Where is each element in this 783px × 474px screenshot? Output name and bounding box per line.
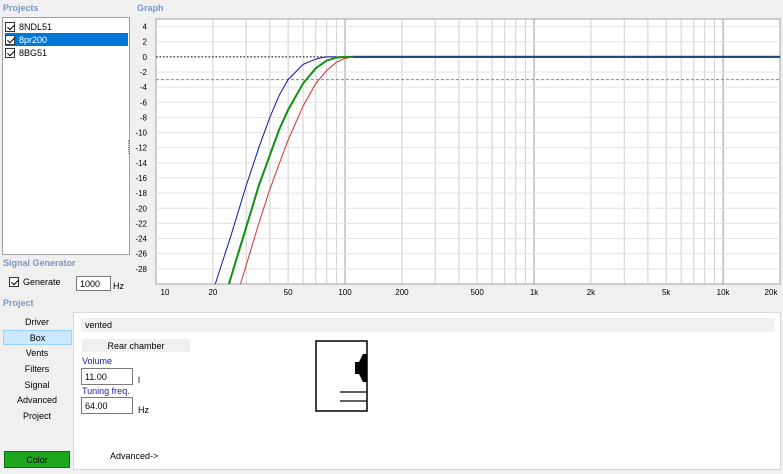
box-type-selector[interactable]: vented xyxy=(81,318,775,332)
y-tick-label: -12 xyxy=(135,144,147,153)
volume-unit: l xyxy=(138,375,140,385)
x-tick-label: 50 xyxy=(284,288,293,297)
nav-filters[interactable]: Filters xyxy=(0,361,74,377)
y-tick-label: -10 xyxy=(135,129,147,138)
tuning-freq-label: Tuning freq. xyxy=(82,386,130,396)
tuning-freq-unit: Hz xyxy=(138,405,149,415)
x-tick-label: 1k xyxy=(530,288,539,297)
x-tick-label: 2k xyxy=(587,288,596,297)
x-tick-label: 500 xyxy=(470,288,484,297)
project-name: 8pr200 xyxy=(19,34,48,45)
x-tick-label: 10k xyxy=(717,288,731,297)
box-diagram xyxy=(315,340,368,412)
nav-signal[interactable]: Signal xyxy=(0,377,74,393)
color-button[interactable]: Color xyxy=(4,451,70,468)
rear-chamber-header: Rear chamber xyxy=(82,339,190,352)
y-tick-label: -8 xyxy=(140,113,148,122)
nav-driver[interactable]: Driver xyxy=(0,314,74,330)
generate-checkbox[interactable] xyxy=(9,277,19,287)
nav-project[interactable]: Project xyxy=(0,408,74,424)
y-tick-label: -24 xyxy=(135,235,147,244)
volume-label: Volume xyxy=(82,356,113,366)
frequency-unit: Hz xyxy=(113,281,124,291)
nav-box[interactable]: Box xyxy=(3,329,72,346)
y-tick-label: 4 xyxy=(143,23,148,32)
project-checkbox[interactable] xyxy=(5,34,15,45)
y-tick-label: 2 xyxy=(143,38,148,47)
response-graph: 420-2-4-6-8-10-12-14-16-18-20-22-24-26-2… xyxy=(135,18,781,297)
project-nav: Driver Box Vents Filters Signal Advanced… xyxy=(0,314,74,424)
y-tick-label: -16 xyxy=(135,174,147,183)
graph-header: Graph xyxy=(137,3,164,13)
y-tick-label: -14 xyxy=(135,159,147,168)
volume-input[interactable] xyxy=(81,368,133,385)
nav-advanced[interactable]: Advanced xyxy=(0,392,74,408)
signal-generator-header: Signal Generator xyxy=(3,258,76,268)
frequency-input[interactable] xyxy=(76,276,111,291)
projects-list[interactable]: 8NDL51 8pr200 8BG51 xyxy=(2,17,130,255)
y-tick-label: -6 xyxy=(140,98,148,107)
x-tick-label: 5k xyxy=(662,288,671,297)
nav-vents[interactable]: Vents xyxy=(0,345,74,361)
project-name: 8NDL51 xyxy=(19,21,53,32)
y-tick-label: 0 xyxy=(143,53,148,62)
projects-header: Projects xyxy=(3,3,39,13)
project-item[interactable]: 8BG51 xyxy=(3,46,129,59)
project-header: Project xyxy=(3,298,34,308)
x-tick-label: 20k xyxy=(765,288,779,297)
plot-area xyxy=(155,18,781,285)
y-tick-label: -2 xyxy=(140,68,148,77)
x-tick-label: 10 xyxy=(161,288,170,297)
generate-toggle[interactable]: Generate xyxy=(9,277,61,287)
project-checkbox[interactable] xyxy=(5,21,15,32)
x-tick-label: 20 xyxy=(208,288,217,297)
y-tick-label: -18 xyxy=(135,189,147,198)
y-tick-label: -28 xyxy=(135,265,147,274)
advanced-link[interactable]: Advanced-> xyxy=(110,451,158,461)
y-tick-label: -20 xyxy=(135,204,147,213)
project-checkbox[interactable] xyxy=(5,47,15,58)
y-tick-label: -26 xyxy=(135,250,147,259)
project-name: 8BG51 xyxy=(19,47,48,58)
y-tick-label: -4 xyxy=(140,83,148,92)
x-tick-label: 200 xyxy=(395,288,409,297)
tuning-freq-input[interactable] xyxy=(81,397,133,414)
y-tick-label: -22 xyxy=(135,219,147,228)
project-item-selected[interactable]: 8pr200 xyxy=(5,33,128,46)
generate-label: Generate xyxy=(23,277,61,287)
box-settings-panel: vented Rear chamber Volume l Tuning freq… xyxy=(73,312,781,470)
x-tick-label: 100 xyxy=(338,288,352,297)
project-item[interactable]: 8NDL51 xyxy=(3,20,129,33)
